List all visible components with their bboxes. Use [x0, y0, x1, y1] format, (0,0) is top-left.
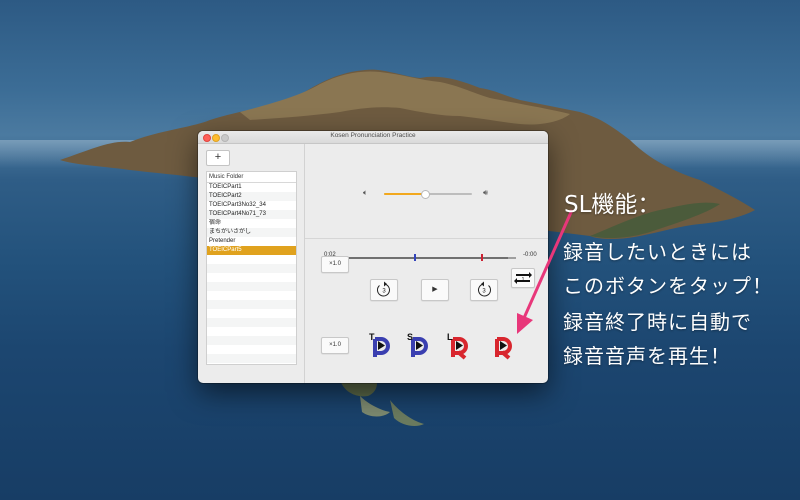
- empty-row: [207, 255, 296, 264]
- app-window: Kosen Pronunciation Practice + Music Fol…: [198, 131, 548, 383]
- folder-item[interactable]: TOEICPart4No71_73: [207, 210, 296, 219]
- annotation-line-2: このボタンをタップ！: [563, 274, 773, 298]
- volume-fill: [384, 193, 424, 195]
- folder-item[interactable]: TOEICPart2: [207, 192, 296, 201]
- sidebar: + Music Folder TOEICPart1 TOEICPart2 TOEIC…: [198, 144, 305, 383]
- seek-bar[interactable]: [348, 254, 516, 261]
- add-folder-button[interactable]: +: [206, 150, 230, 166]
- empty-row: [207, 282, 296, 291]
- t-letter: T: [369, 332, 375, 342]
- rewind-3s-button[interactable]: 3: [370, 279, 398, 301]
- speed-button-top[interactable]: ×1.0: [321, 256, 349, 273]
- folder-item[interactable]: TOEICPart1: [207, 183, 296, 192]
- forward-3s-button[interactable]: 3: [470, 279, 498, 301]
- annotation-title: SL機能：: [564, 192, 661, 218]
- empty-row: [207, 354, 296, 363]
- music-folder-header[interactable]: Music Folder: [207, 172, 296, 183]
- empty-row: [207, 264, 296, 273]
- folder-item[interactable]: TOEICPart3No32_34: [207, 201, 296, 210]
- repeat-button[interactable]: 1: [511, 268, 535, 288]
- folder-item[interactable]: Pretender: [207, 237, 296, 246]
- forward-icon: 3: [478, 281, 491, 297]
- folder-item[interactable]: まちがいさがし: [207, 228, 296, 237]
- repeat-count: 1: [522, 277, 525, 283]
- ab-start-marker[interactable]: [414, 254, 417, 261]
- repeat-icon: 1: [514, 272, 532, 284]
- panel-divider: [305, 238, 548, 239]
- ab-end-marker[interactable]: [481, 254, 484, 261]
- empty-row: [207, 327, 296, 336]
- music-folder-table[interactable]: Music Folder TOEICPart1 TOEICPart2 TOEICPa…: [206, 171, 297, 365]
- player-panel: 🔈︎ 🔊︎ 0:02 -0:00 ×1.0 1 3 ▶ 3 ×1.0 T S L: [305, 144, 548, 383]
- empty-row: [207, 309, 296, 318]
- folder-item[interactable]: 宿命: [207, 219, 296, 228]
- forward-seconds: 3: [482, 289, 486, 295]
- sl-record-button[interactable]: [489, 331, 517, 361]
- speaker-high-icon: 🔊︎: [483, 188, 489, 197]
- empty-row: [207, 300, 296, 309]
- empty-row: [207, 318, 296, 327]
- title-bar[interactable]: Kosen Pronunciation Practice: [198, 131, 548, 144]
- empty-row: [207, 291, 296, 300]
- s-play-icon: S: [407, 332, 428, 357]
- folder-item[interactable]: TOEICPart5: [207, 246, 296, 255]
- speed-button-bottom[interactable]: ×1.0: [321, 337, 349, 354]
- t-play-button[interactable]: T: [367, 331, 395, 361]
- empty-row: [207, 336, 296, 345]
- s-letter: S: [407, 332, 413, 342]
- annotation-line-3: 録音終了時に自動で: [563, 310, 752, 334]
- annotation-line-4: 録音音声を再生！: [563, 344, 731, 368]
- volume-knob[interactable]: [420, 190, 430, 199]
- s-play-button[interactable]: S: [405, 331, 433, 361]
- seek-progress: [348, 257, 508, 259]
- remaining-time: -0:00: [523, 252, 537, 258]
- play-button[interactable]: ▶: [421, 279, 449, 301]
- empty-row: [207, 273, 296, 282]
- speaker-low-icon: 🔈︎: [363, 188, 368, 197]
- l-record-icon: L: [447, 332, 468, 360]
- volume-control: 🔈︎ 🔊︎: [363, 188, 495, 200]
- empty-row: [207, 345, 296, 354]
- music-folder-list: TOEICPart1 TOEICPart2 TOEICPart3No32_34 TOE…: [207, 183, 296, 363]
- volume-slider[interactable]: [384, 190, 472, 199]
- sl-record-icon: [495, 337, 512, 360]
- l-letter: L: [447, 332, 453, 342]
- t-play-icon: T: [369, 332, 390, 357]
- l-record-button[interactable]: L: [445, 331, 473, 361]
- window-title: Kosen Pronunciation Practice: [330, 132, 416, 139]
- annotation-line-1: 録音したいときには: [563, 240, 752, 264]
- rewind-icon: 3: [377, 281, 390, 297]
- rewind-seconds: 3: [382, 289, 386, 295]
